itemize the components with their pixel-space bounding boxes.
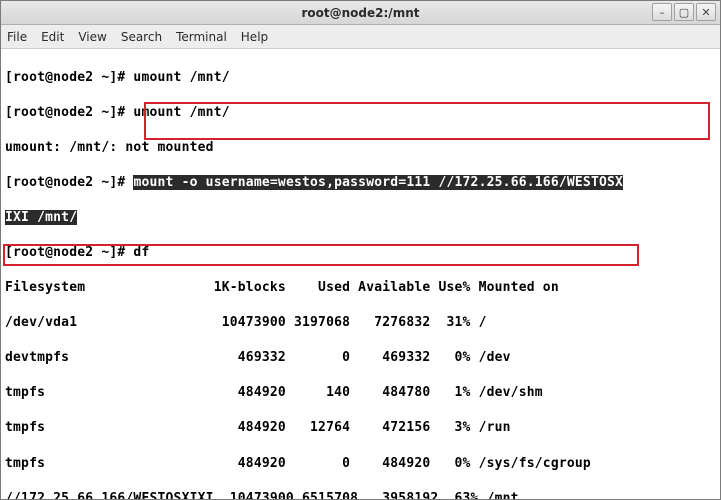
menu-view[interactable]: View — [78, 30, 106, 44]
titlebar: root@node2:/mnt – ▢ ✕ — [1, 1, 720, 25]
terminal-prompt: [root@node2 ~]# — [5, 175, 133, 190]
df-row: devtmpfs 469332 0 469332 0% /dev — [5, 349, 716, 367]
terminal-line: [root@node2 ~]# umount /mnt/ — [5, 69, 716, 87]
terminal-window: root@node2:/mnt – ▢ ✕ File Edit View Sea… — [0, 0, 721, 500]
terminal-command-highlight: mount -o username=westos,password=111 //… — [133, 175, 623, 190]
menu-file[interactable]: File — [7, 30, 27, 44]
df-row: tmpfs 484920 12764 472156 3% /run — [5, 419, 716, 437]
menu-search[interactable]: Search — [121, 30, 162, 44]
window-title: root@node2:/mnt — [302, 6, 420, 20]
df-row: tmpfs 484920 0 484920 0% /sys/fs/cgroup — [5, 455, 716, 473]
window-buttons: – ▢ ✕ — [652, 3, 716, 21]
terminal-line: [root@node2 ~]# umount /mnt/ — [5, 104, 716, 122]
terminal-command-highlight: IXI /mnt/ — [5, 210, 77, 225]
close-button[interactable]: ✕ — [696, 3, 716, 21]
menubar: File Edit View Search Terminal Help — [1, 25, 720, 49]
terminal-line: umount: /mnt/: not mounted — [5, 139, 716, 157]
df-header: Filesystem 1K-blocks Used Available Use%… — [5, 279, 716, 297]
df-row: tmpfs 484920 140 484780 1% /dev/shm — [5, 384, 716, 402]
menu-help[interactable]: Help — [241, 30, 268, 44]
df-row: /dev/vda1 10473900 3197068 7276832 31% / — [5, 314, 716, 332]
menu-edit[interactable]: Edit — [41, 30, 64, 44]
df-row-highlight: //172.25.66.166/WESTOSXIXI 10473900 6515… — [5, 490, 716, 499]
minimize-button[interactable]: – — [652, 3, 672, 21]
terminal-line: [root@node2 ~]# df — [5, 244, 716, 262]
menu-terminal[interactable]: Terminal — [176, 30, 227, 44]
terminal-area[interactable]: [root@node2 ~]# umount /mnt/ [root@node2… — [1, 49, 720, 499]
maximize-button[interactable]: ▢ — [674, 3, 694, 21]
